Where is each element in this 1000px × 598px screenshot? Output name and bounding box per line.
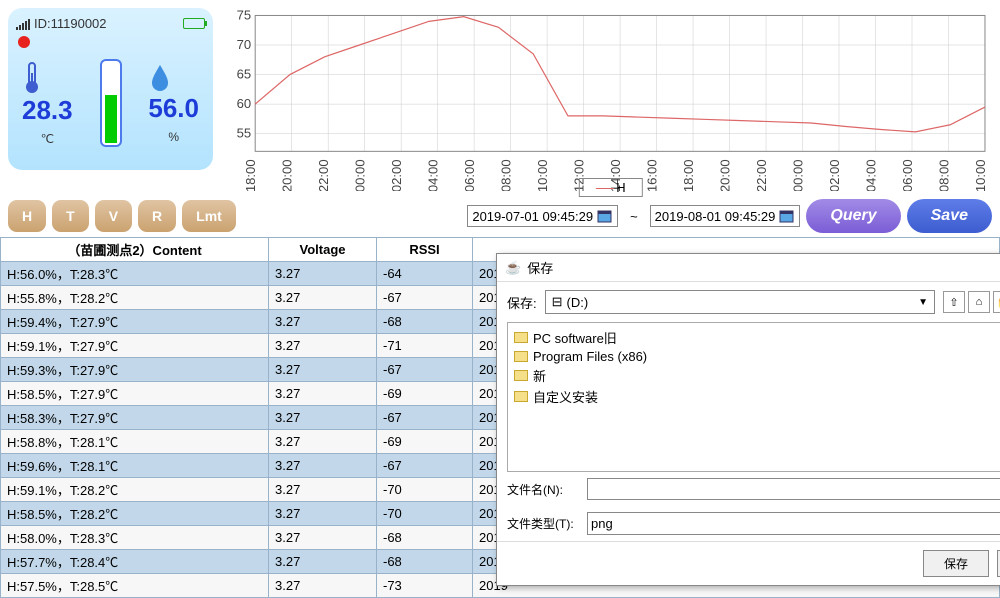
tilde-separator: ~ (624, 209, 644, 224)
signal-icon (16, 18, 30, 30)
query-button[interactable]: Query (806, 199, 900, 233)
svg-text:75: 75 (237, 7, 252, 22)
folder-icon (514, 391, 528, 402)
svg-text:08:00: 08:00 (499, 159, 514, 191)
thermometer-icon (22, 61, 73, 95)
th-content[interactable]: （苗圃测点2）Content (1, 238, 269, 262)
temp-value: 28.3 (22, 95, 73, 126)
chart-legend: H (578, 178, 642, 197)
humid-value: 56.0 (148, 93, 199, 124)
r-button[interactable]: R (138, 200, 176, 232)
dialog-title: 保存 (527, 258, 553, 277)
filetype-select[interactable]: png▼ (587, 512, 1000, 535)
drop-icon (148, 63, 199, 93)
folder-icon (514, 370, 528, 381)
svg-text:04:00: 04:00 (426, 159, 441, 191)
list-item[interactable]: 新 (512, 365, 1000, 386)
svg-text:10:00: 10:00 (973, 159, 988, 191)
svg-text:08:00: 08:00 (936, 159, 951, 191)
humid-unit: % (148, 130, 199, 144)
v-button[interactable]: V (95, 200, 132, 232)
save-dialog: ☕ 保存 ✕ 保存: ⊟ (D:)▼ ⇧ ⌂ 📁 ☷ ≡ PC software… (496, 253, 1000, 586)
folder-list[interactable]: PC software旧Program Files (x86)新自定义安装 (507, 322, 1000, 472)
h-button[interactable]: H (8, 200, 46, 232)
up-folder-icon[interactable]: ⇧ (943, 291, 965, 313)
new-folder-icon[interactable]: 📁 (993, 291, 1000, 313)
gauge-bar (100, 59, 122, 147)
list-item[interactable]: Program Files (x86) (512, 348, 1000, 365)
location-select[interactable]: ⊟ (D:)▼ (545, 290, 935, 314)
calendar-icon (779, 208, 795, 224)
svg-text:22:00: 22:00 (754, 159, 769, 191)
filetype-label: 文件类型(T): (507, 515, 579, 532)
battery-icon (183, 18, 205, 29)
svg-text:06:00: 06:00 (462, 159, 477, 191)
th-rssi[interactable]: RSSI (377, 238, 473, 262)
location-label: 保存: (507, 293, 537, 312)
date-to-input[interactable]: 2019-08-01 09:45:29 (650, 205, 801, 227)
svg-text:16:00: 16:00 (645, 159, 660, 191)
svg-text:22:00: 22:00 (316, 159, 331, 191)
svg-text:02:00: 02:00 (827, 159, 842, 191)
svg-text:55: 55 (237, 126, 252, 141)
sensor-card: ID:11190002 28.3 ℃ 56.0 % (8, 8, 213, 170)
svg-text:18:00: 18:00 (681, 159, 696, 191)
svg-text:60: 60 (237, 96, 252, 111)
record-dot-icon (18, 36, 30, 48)
date-from-input[interactable]: 2019-07-01 09:45:29 (467, 205, 618, 227)
svg-text:65: 65 (237, 67, 252, 82)
folder-icon (514, 332, 528, 343)
svg-text:18:00: 18:00 (243, 159, 258, 191)
temp-unit: ℃ (22, 132, 73, 146)
svg-text:06:00: 06:00 (900, 159, 915, 191)
svg-text:00:00: 00:00 (353, 159, 368, 191)
filename-label: 文件名(N): (507, 481, 579, 498)
java-icon: ☕ (505, 260, 521, 276)
svg-text:10:00: 10:00 (535, 159, 550, 191)
svg-text:04:00: 04:00 (864, 159, 879, 191)
svg-text:20:00: 20:00 (280, 159, 295, 191)
disk-icon: ⊟ (552, 294, 563, 310)
dialog-save-button[interactable]: 保存 (923, 550, 989, 577)
save-button[interactable]: Save (907, 199, 992, 233)
home-icon[interactable]: ⌂ (968, 291, 990, 313)
svg-text:70: 70 (237, 37, 252, 52)
chart-area: 55 60 65 70 75 18:00 20:00 22:00 00:00 02:00 04:00… (221, 0, 1000, 195)
svg-text:00:00: 00:00 (791, 159, 806, 191)
list-item[interactable]: 自定义安装 (512, 386, 1000, 407)
th-voltage[interactable]: Voltage (269, 238, 377, 262)
sensor-id: ID:11190002 (34, 16, 107, 31)
filename-input[interactable] (587, 478, 1000, 500)
list-item[interactable]: PC software旧 (512, 327, 1000, 348)
lmt-button[interactable]: Lmt (182, 200, 236, 232)
svg-text:20:00: 20:00 (718, 159, 733, 191)
t-button[interactable]: T (52, 200, 89, 232)
svg-text:02:00: 02:00 (389, 159, 404, 191)
calendar-icon (597, 208, 613, 224)
folder-icon (514, 351, 528, 362)
